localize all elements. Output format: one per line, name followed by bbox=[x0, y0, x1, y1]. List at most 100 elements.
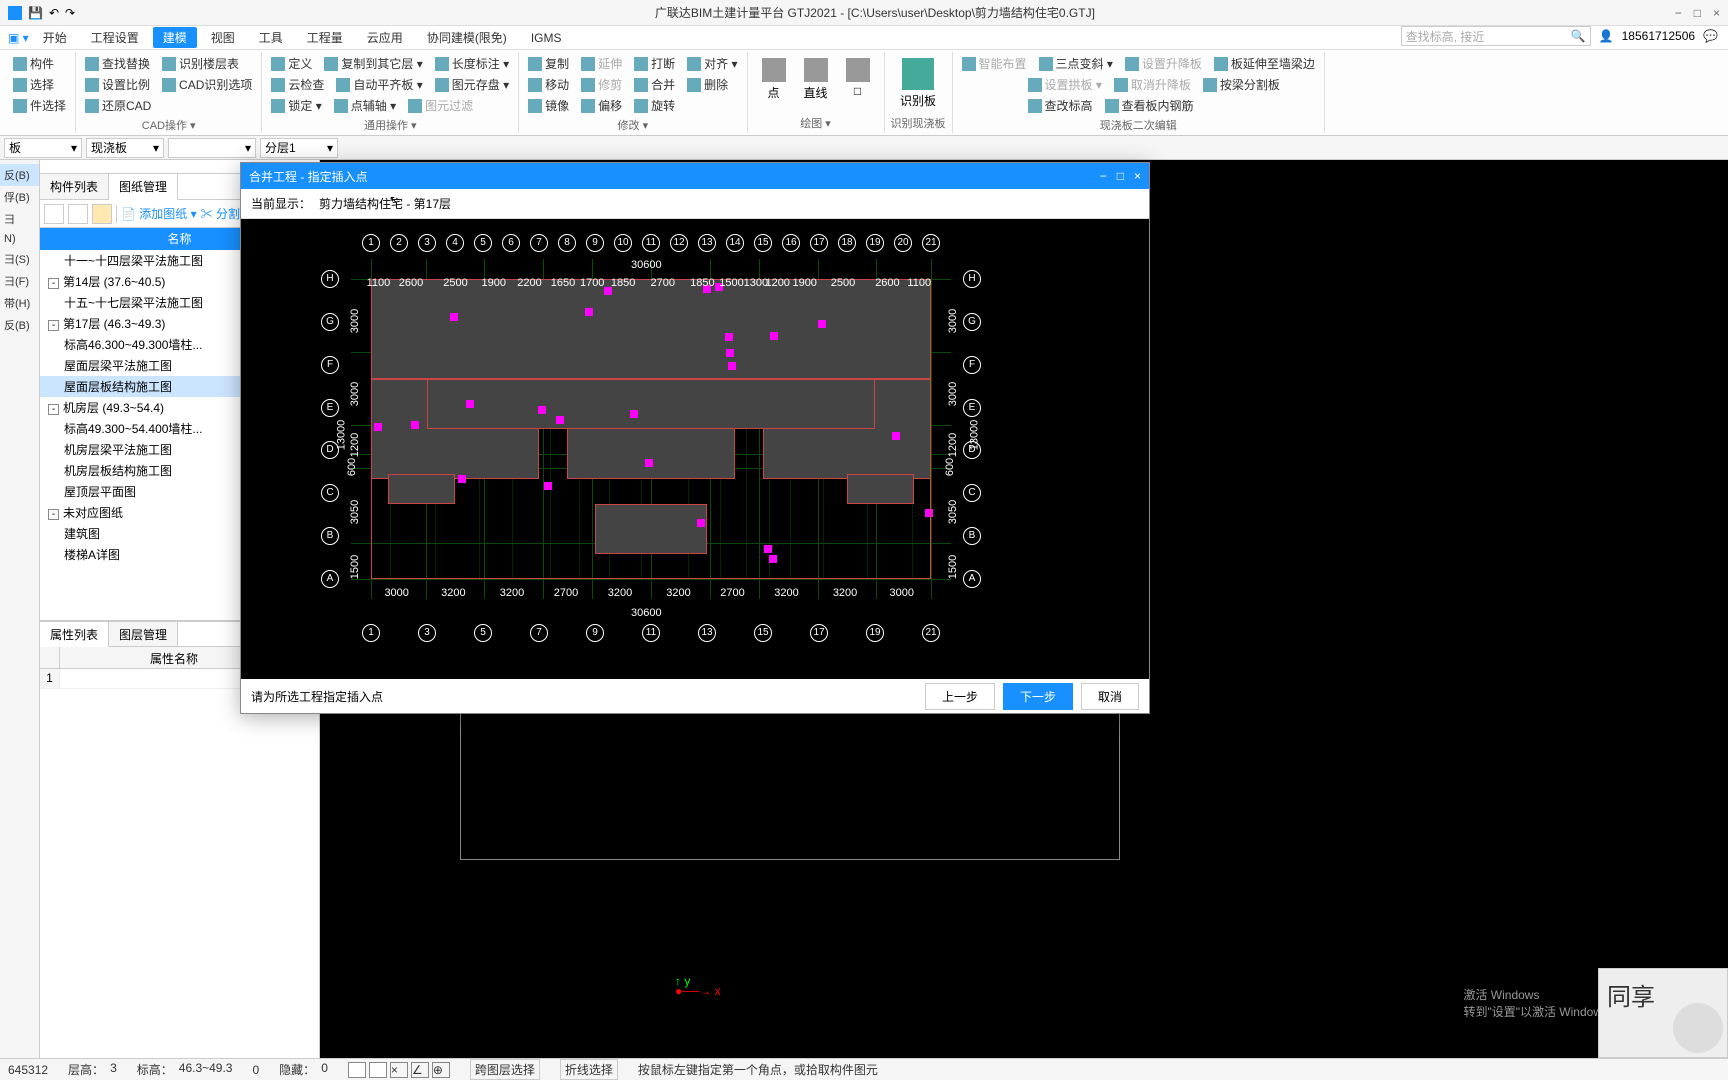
ribbon-btn[interactable]: 偏移 bbox=[578, 96, 625, 115]
quick-undo-icon[interactable]: ↶ bbox=[49, 6, 59, 20]
ribbon-btn[interactable]: 还原CAD bbox=[82, 96, 154, 115]
selector-category[interactable]: 板▾ bbox=[4, 138, 82, 158]
ribbon-btn[interactable]: 移动 bbox=[525, 75, 572, 94]
ribbon-btn[interactable]: 选择 bbox=[10, 75, 57, 94]
ribbon-btn[interactable]: 复制 bbox=[525, 54, 572, 73]
ribbon-btn[interactable]: 图元存盘 ▾ bbox=[432, 75, 512, 94]
ribbon-btn[interactable]: 打断 bbox=[631, 54, 678, 73]
ribbon-label-cad[interactable]: CAD操作 ▾ bbox=[82, 115, 255, 135]
selector-layer[interactable]: 分层1▾ bbox=[260, 138, 338, 158]
cancel-button[interactable]: 取消 bbox=[1081, 683, 1139, 710]
ribbon-btn[interactable]: 智能布置 bbox=[959, 54, 1030, 73]
left-item[interactable]: 彐(F) bbox=[0, 270, 39, 292]
minimize-icon[interactable]: − bbox=[1675, 6, 1682, 20]
ribbon-btn[interactable]: 取消升降板 bbox=[1111, 75, 1194, 94]
dialog-minimize-icon[interactable]: − bbox=[1100, 169, 1107, 183]
view-list-icon[interactable] bbox=[44, 204, 64, 224]
quick-redo-icon[interactable]: ↷ bbox=[65, 6, 75, 20]
ribbon-btn[interactable]: 自动平齐板 ▾ bbox=[333, 75, 425, 94]
sb-tool2-icon[interactable] bbox=[369, 1062, 387, 1078]
user-phone[interactable]: 18561712506 bbox=[1622, 29, 1695, 43]
dialog-canvas[interactable]: 1123345567789910111112131314151516171718… bbox=[241, 219, 1149, 679]
ribbon-btn[interactable]: 件选择 bbox=[10, 96, 69, 115]
sb-cross-toggle[interactable]: 跨图层选择 bbox=[470, 1059, 540, 1080]
ribbon-btn[interactable]: 图元过滤 bbox=[405, 96, 476, 115]
menu-1[interactable]: 工程设置 bbox=[81, 27, 149, 48]
ribbon-btn[interactable]: 设置拱板 ▾ bbox=[1025, 75, 1105, 94]
prop-tab[interactable]: 图层管理 bbox=[109, 622, 178, 646]
menu-2[interactable]: 建模 bbox=[153, 27, 197, 48]
ribbon-btn[interactable]: 查看板内钢筋 bbox=[1102, 96, 1197, 115]
search-input[interactable]: 查找标高, 接近🔍 bbox=[1401, 26, 1591, 46]
sb-tool3-icon[interactable]: × bbox=[390, 1062, 408, 1078]
user-icon[interactable]: 👤 bbox=[1599, 29, 1614, 43]
menu-3[interactable]: 视图 bbox=[201, 27, 245, 48]
ribbon-draw-btn[interactable]: 点 bbox=[754, 54, 794, 113]
video-thumbnail[interactable]: 同享 bbox=[1598, 968, 1728, 1058]
ribbon-btn[interactable]: 按梁分割板 bbox=[1200, 75, 1283, 94]
search-icon[interactable]: 🔍 bbox=[1571, 29, 1586, 43]
close-icon[interactable]: × bbox=[1713, 6, 1720, 20]
ribbon-label-draw[interactable]: 绘图 ▾ bbox=[754, 113, 878, 133]
sb-tool5-icon[interactable]: ⊕ bbox=[432, 1062, 450, 1078]
maximize-icon[interactable]: □ bbox=[1694, 6, 1701, 20]
ribbon-draw-btn[interactable]: □ bbox=[838, 54, 878, 113]
ribbon-btn[interactable]: 设置比例 bbox=[82, 75, 153, 94]
ribbon-btn[interactable]: 延伸 bbox=[578, 54, 625, 73]
view-thumb-icon[interactable] bbox=[92, 204, 112, 224]
prev-button[interactable]: 上一步 bbox=[925, 683, 995, 710]
ribbon-label-modify[interactable]: 修改 ▾ bbox=[525, 115, 740, 135]
left-item[interactable]: 带(H) bbox=[0, 292, 39, 314]
add-drawing-button[interactable]: 📄 添加图纸 ▾ bbox=[121, 205, 197, 222]
recognize-slab-button[interactable]: 识别板 bbox=[891, 54, 946, 113]
left-item[interactable]: 俘(B) bbox=[0, 186, 39, 208]
left-item[interactable]: 彐 bbox=[0, 208, 39, 230]
ribbon-btn[interactable]: 镜像 bbox=[525, 96, 572, 115]
selector-member[interactable]: ▾ bbox=[168, 138, 256, 158]
left-item[interactable]: N) bbox=[0, 230, 39, 248]
ribbon-btn[interactable]: 点辅轴 ▾ bbox=[331, 96, 399, 115]
ribbon-btn[interactable]: 对齐 ▾ bbox=[684, 54, 740, 73]
menu-4[interactable]: 工具 bbox=[249, 27, 293, 48]
ribbon-btn[interactable]: 合并 bbox=[631, 75, 678, 94]
prop-tab[interactable]: 属性列表 bbox=[40, 622, 109, 647]
ribbon-btn[interactable]: 锁定 ▾ bbox=[268, 96, 324, 115]
left-item[interactable]: 反(B) bbox=[0, 164, 39, 186]
ribbon-btn[interactable]: 识别楼层表 bbox=[159, 54, 242, 73]
dialog-titlebar[interactable]: 合并工程 - 指定插入点 − □ × bbox=[241, 163, 1149, 189]
menu-7[interactable]: 协同建模(限免) bbox=[417, 27, 517, 48]
ribbon-btn[interactable]: 三点变斜 ▾ bbox=[1036, 54, 1116, 73]
menu-8[interactable]: IGMS bbox=[521, 29, 572, 47]
ribbon-btn[interactable]: 删除 bbox=[684, 75, 731, 94]
view-tree-icon[interactable] bbox=[68, 204, 88, 224]
ribbon-btn[interactable]: 长度标注 ▾ bbox=[432, 54, 512, 73]
chat-icon[interactable]: 💬 bbox=[1703, 29, 1718, 43]
ribbon-draw-btn[interactable]: 直线 bbox=[796, 54, 836, 113]
ribbon-label-general[interactable]: 通用操作 ▾ bbox=[268, 115, 512, 135]
menu-dropdown-icon[interactable]: ▣ ▾ bbox=[8, 31, 29, 45]
quick-save-icon[interactable]: 💾 bbox=[28, 6, 43, 20]
ribbon-btn[interactable]: 复制到其它层 ▾ bbox=[321, 54, 425, 73]
ribbon-btn[interactable]: CAD识别选项 bbox=[159, 75, 255, 94]
ribbon-btn[interactable]: 旋转 bbox=[631, 96, 678, 115]
sb-tool4-icon[interactable]: ∠ bbox=[411, 1062, 429, 1078]
ribbon-btn[interactable]: 构件 bbox=[10, 54, 57, 73]
next-button[interactable]: 下一步 bbox=[1003, 683, 1073, 710]
ribbon-btn[interactable]: 查改标高 bbox=[1025, 96, 1096, 115]
mid-tab[interactable]: 构件列表 bbox=[40, 174, 109, 199]
ribbon-btn[interactable]: 修剪 bbox=[578, 75, 625, 94]
ribbon-btn[interactable]: 查找替换 bbox=[82, 54, 153, 73]
ribbon-btn[interactable]: 定义 bbox=[268, 54, 315, 73]
ribbon-btn[interactable]: 设置升降板 bbox=[1122, 54, 1205, 73]
selector-type[interactable]: 现浇板▾ bbox=[86, 138, 164, 158]
menu-5[interactable]: 工程量 bbox=[297, 27, 353, 48]
left-item[interactable]: 反(B) bbox=[0, 314, 39, 336]
menu-6[interactable]: 云应用 bbox=[357, 27, 413, 48]
mid-tab[interactable]: 图纸管理 bbox=[109, 174, 178, 200]
dialog-maximize-icon[interactable]: □ bbox=[1117, 169, 1124, 183]
dialog-close-icon[interactable]: × bbox=[1134, 169, 1141, 183]
sb-tool1-icon[interactable] bbox=[348, 1062, 366, 1078]
ribbon-btn[interactable]: 板延伸至墙梁边 bbox=[1211, 54, 1318, 73]
sb-fold-toggle[interactable]: 折线选择 bbox=[560, 1059, 618, 1080]
menu-0[interactable]: 开始 bbox=[33, 27, 77, 48]
